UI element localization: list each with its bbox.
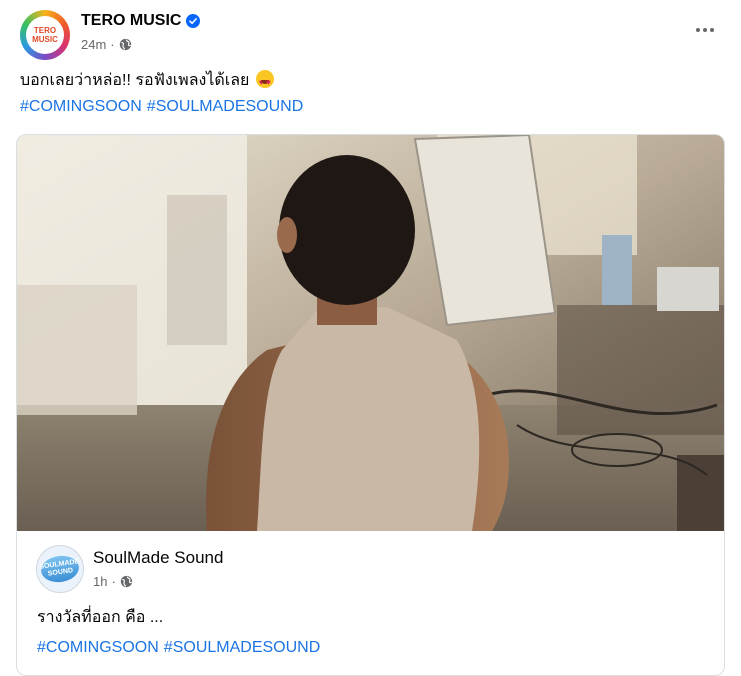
hashtag-link[interactable]: #SOULMADESOUND (164, 639, 320, 657)
shared-page-logo: SOULMADE SOUND (39, 553, 81, 585)
more-dot (710, 28, 714, 32)
photo-man-in-tank-top (17, 135, 724, 531)
post-caption: บอกเลยว่าหล่อ!! รอฟังเพลงได้เลย (20, 70, 274, 94)
page-avatar-logo: TERO MUSIC (26, 16, 64, 54)
more-dot (703, 28, 707, 32)
shared-page-avatar[interactable]: SOULMADE SOUND (36, 545, 84, 593)
shared-post-card[interactable]: SOULMADE SOUND SoulMade Sound 1h · รางวั… (16, 134, 725, 676)
more-dot (696, 28, 700, 32)
hashtag-link[interactable]: #COMINGSOON (37, 639, 159, 657)
post-header: TERO MUSIC (81, 12, 201, 30)
shared-post-image[interactable] (17, 135, 724, 531)
globe-icon[interactable] (119, 38, 132, 51)
shared-post-text: รางวัลที่ออก คือ ... (37, 609, 164, 626)
shared-post-meta: 1h · (93, 574, 133, 589)
heart-eyes-emoji-icon (255, 70, 274, 94)
shared-post-hashtags: #COMINGSOON #SOULMADESOUND (37, 639, 320, 657)
meta-separator: · (110, 37, 115, 52)
post-hashtags: #COMINGSOON #SOULMADESOUND (20, 96, 303, 118)
caption-text: บอกเลยว่าหล่อ!! รอฟังเพลงได้เลย (20, 72, 250, 89)
hashtag-link[interactable]: #SOULMADESOUND (147, 96, 303, 118)
shared-post-timestamp[interactable]: 1h (93, 574, 107, 589)
globe-icon[interactable] (120, 575, 133, 588)
page-name-link[interactable]: TERO MUSIC (81, 12, 181, 30)
verified-badge-icon (186, 14, 201, 28)
shared-page-name-link[interactable]: SoulMade Sound (93, 548, 223, 568)
more-options-button[interactable] (691, 18, 719, 42)
page-avatar[interactable]: TERO MUSIC (20, 10, 70, 60)
post-meta: 24m · (81, 37, 132, 52)
hashtag-link[interactable]: #COMINGSOON (20, 96, 142, 118)
post-timestamp[interactable]: 24m (81, 37, 106, 52)
meta-separator: · (111, 574, 116, 589)
facebook-post: TERO MUSIC TERO MUSIC 24m · บอกเลยว่าหล่… (0, 0, 741, 676)
